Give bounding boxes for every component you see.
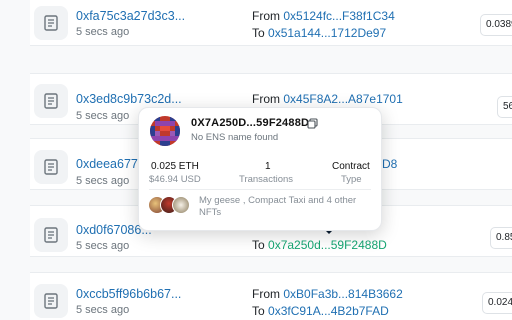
tx-from-line: From 0xB0Fa3b...814B3662 <box>252 287 403 301</box>
popover-address: 0X7A250D...59F2488D <box>191 117 310 129</box>
tx-age: 5 secs ago <box>76 175 130 187</box>
transaction-document-icon <box>34 84 68 118</box>
tx-from-line: From 0x45F8A2...A87e1701 <box>252 92 403 106</box>
address-type-label: Type <box>341 174 362 185</box>
ens-status: No ENS name found <box>191 132 279 143</box>
transaction-row: 0xfa75c3a27d3c3... 5 secs ago From 0x512… <box>30 0 512 46</box>
nft-thumbnail-icon <box>172 196 190 214</box>
tx-hash-link[interactable]: 0x3ed8c9b73c2d... <box>76 92 182 106</box>
to-address-link[interactable]: 0x3fC91A...4B2b7FAD <box>268 304 389 318</box>
tx-count-label: Transactions <box>239 174 294 185</box>
transaction-document-icon <box>34 6 68 40</box>
tx-from-line: D8 <box>382 157 397 171</box>
nft-thumbnails <box>148 196 194 216</box>
from-address-link[interactable]: D8 <box>382 157 397 171</box>
transaction-row: 0xccb5ff96b6b67... 5 secs ago From 0xB0F… <box>30 272 512 320</box>
from-address-link[interactable]: 0xB0Fa3b...814B3662 <box>283 287 402 301</box>
tx-value-badge: 0.0244 <box>482 292 512 314</box>
tx-from-line: From 0x5124fc...F38f1C34 <box>252 9 395 23</box>
from-label: From <box>252 92 280 106</box>
tx-hash-link[interactable]: 0xfa75c3a27d3c3... <box>76 9 185 23</box>
from-address-link[interactable]: 0x45F8A2...A87e1701 <box>283 92 402 106</box>
balance-eth: 0.025 ETH <box>151 161 199 172</box>
tx-value-badge: 56 <box>497 96 512 118</box>
tx-count: 1 <box>265 161 271 172</box>
tx-value-badge: 0.85 <box>490 227 512 249</box>
to-label: To <box>252 304 265 318</box>
tx-to-line: To 0x7a250d...59F2488D <box>252 238 387 252</box>
copy-icon[interactable] <box>307 116 318 129</box>
tx-value-badge: 0.0389 <box>480 14 512 36</box>
tx-age: 5 secs ago <box>76 110 130 122</box>
address-popover: 0X7A250D...59F2488D No ENS name found 0.… <box>138 107 382 231</box>
tx-age: 5 secs ago <box>76 304 130 316</box>
address-type: Contract <box>332 161 370 172</box>
identicon-avatar <box>150 116 180 146</box>
from-address-link[interactable]: 0x5124fc...F38f1C34 <box>283 9 394 23</box>
to-address-link[interactable]: 0x51a144...1712De97 <box>268 26 386 40</box>
from-label: From <box>252 287 280 301</box>
tx-age: 5 secs ago <box>76 26 130 38</box>
tx-hash-link[interactable]: 0xccb5ff96b6b67... <box>76 287 181 301</box>
tx-age: 5 secs ago <box>76 240 130 252</box>
balance-usd: $46.94 USD <box>149 174 201 185</box>
tx-to-line: To 0x3fC91A...4B2b7FAD <box>252 304 389 318</box>
popover-divider <box>149 189 371 190</box>
transaction-document-icon <box>34 284 68 318</box>
to-address-link-hovered[interactable]: 0x7a250d...59F2488D <box>268 238 387 252</box>
to-label: To <box>252 238 265 252</box>
from-label: From <box>252 9 280 23</box>
nft-summary: My geese , Compact Taxi and 4 other NFTs <box>199 195 357 218</box>
to-label: To <box>252 26 265 40</box>
transaction-document-icon <box>34 150 68 184</box>
transaction-document-icon <box>34 218 68 252</box>
tx-to-line: To 0x51a144...1712De97 <box>252 26 386 40</box>
